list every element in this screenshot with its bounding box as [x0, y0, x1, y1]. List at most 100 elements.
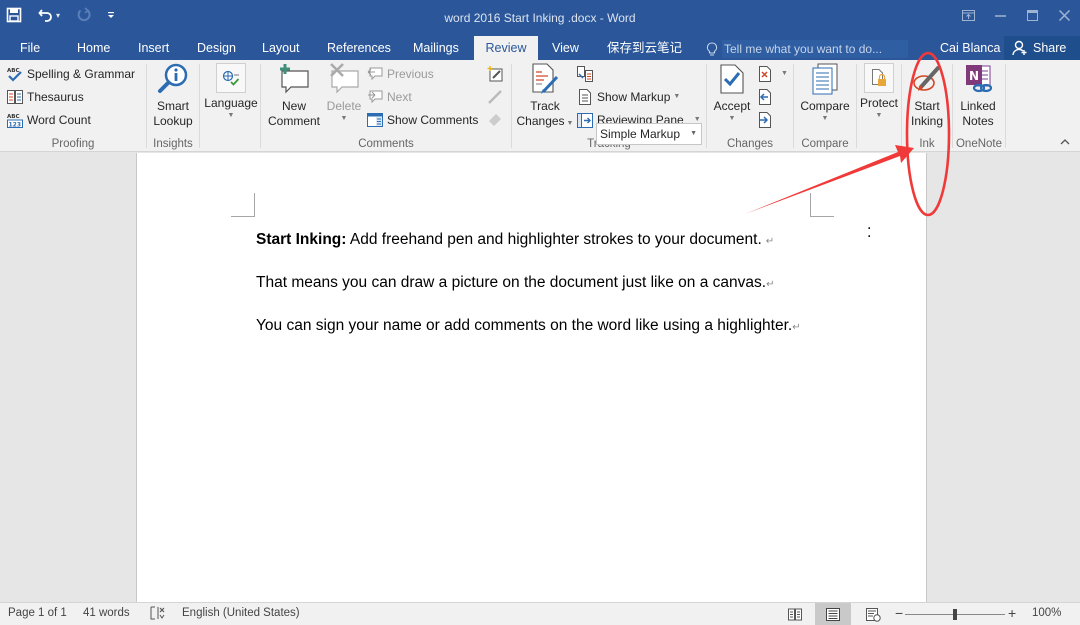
- maximize-icon[interactable]: [1016, 0, 1048, 30]
- margin-corner-top-left: [231, 193, 255, 217]
- page-count[interactable]: Page 1 of 1: [8, 607, 67, 619]
- tell-me-box[interactable]: Tell me what you want to do...: [706, 40, 908, 58]
- group-comments: New Comment Delete ▼ Previous Next Show …: [261, 60, 511, 152]
- previous-comment-icon: [367, 66, 383, 82]
- zoom-in-button[interactable]: +: [1008, 605, 1016, 621]
- tab-home[interactable]: Home: [67, 36, 120, 60]
- ribbon-display-options-icon[interactable]: [952, 0, 984, 30]
- chevron-down-icon: ▼: [673, 93, 681, 100]
- tab-file[interactable]: File: [10, 36, 50, 60]
- minimize-icon[interactable]: [984, 0, 1016, 30]
- thesaurus-button[interactable]: Thesaurus: [7, 87, 84, 107]
- thesaurus-icon: [7, 89, 23, 105]
- tab-insert[interactable]: Insert: [128, 36, 179, 60]
- ink-comment-button[interactable]: [487, 64, 507, 84]
- delete-comment-icon: [327, 62, 361, 96]
- tab-save-to-cloud-notes[interactable]: 保存到云笔记: [597, 36, 692, 60]
- track-changes-button[interactable]: Track Changes ▼: [516, 62, 574, 129]
- new-comment-button[interactable]: New Comment: [264, 62, 324, 129]
- show-markup-icon: [577, 89, 593, 105]
- delete-comment-button[interactable]: Delete ▼: [324, 62, 364, 124]
- group-separator: [1005, 64, 1006, 148]
- show-comments-button[interactable]: Show Comments: [367, 110, 478, 130]
- next-change-button[interactable]: [757, 110, 777, 130]
- start-inking-button[interactable]: Start Inking: [905, 62, 949, 129]
- pen-icon: [487, 89, 503, 105]
- tell-me-input[interactable]: Tell me what you want to do...: [722, 40, 908, 58]
- window-controls: [952, 0, 1080, 30]
- display-for-review-icon: [577, 66, 593, 82]
- document-page[interactable]: · · Start Inking: Add freehand pen and hi…: [136, 153, 927, 602]
- word-count-button[interactable]: ABC 123 Word Count: [7, 110, 91, 130]
- close-icon[interactable]: [1048, 0, 1080, 30]
- zoom-level[interactable]: 100%: [1032, 607, 1061, 619]
- group-ink: Start Inking Ink: [902, 60, 952, 152]
- group-changes: Accept ▼ ▼ Changes: [707, 60, 793, 152]
- pen-button[interactable]: [487, 87, 507, 107]
- collapse-ribbon-icon[interactable]: [1060, 137, 1070, 148]
- tab-layout[interactable]: Layout: [252, 36, 310, 60]
- document-area: · · Start Inking: Add freehand pen and hi…: [0, 153, 1080, 602]
- compare-icon: [808, 62, 842, 96]
- tab-references[interactable]: References: [317, 36, 401, 60]
- group-label-proofing: Proofing: [51, 138, 95, 150]
- display-for-review-icon-button[interactable]: [577, 64, 597, 84]
- chevron-down-icon: ▼: [566, 120, 574, 127]
- language-status[interactable]: English (United States): [182, 607, 300, 619]
- accept-icon: [715, 62, 749, 96]
- paragraph-3: You can sign your name or add comments o…: [256, 317, 801, 334]
- group-language: Language ▼: [200, 60, 260, 152]
- reject-button[interactable]: ▼: [757, 64, 788, 84]
- protect-icon: [864, 63, 894, 93]
- spelling-grammar-button[interactable]: ABC Spelling & Grammar: [7, 64, 135, 84]
- eraser-icon: [487, 112, 503, 128]
- share-person-icon: [1012, 40, 1027, 56]
- display-for-review-select[interactable]: Simple Markup ▼: [596, 123, 702, 145]
- tab-review[interactable]: Review: [474, 36, 538, 60]
- group-compare: Compare ▼ Compare: [794, 60, 856, 152]
- language-button[interactable]: Language ▼: [203, 62, 259, 121]
- onenote-linked-notes-icon: N: [961, 62, 995, 96]
- zoom-out-button[interactable]: −: [895, 605, 903, 621]
- accept-button[interactable]: Accept ▼: [711, 62, 753, 124]
- svg-text:N: N: [969, 69, 979, 83]
- show-markup-button[interactable]: Show Markup ▼: [577, 87, 680, 107]
- next-comment-button[interactable]: Next: [367, 87, 412, 107]
- paragraph-mark: ↵: [766, 279, 775, 290]
- linked-notes-button[interactable]: N Linked Notes: [955, 62, 1001, 129]
- language-icon: [216, 63, 246, 93]
- previous-change-icon: [757, 89, 773, 105]
- read-mode-icon[interactable]: [780, 603, 810, 625]
- tab-design[interactable]: Design: [187, 36, 246, 60]
- group-proofing: ABC Spelling & Grammar Thesaurus ABC 123 …: [0, 60, 146, 152]
- svg-text:ABC: ABC: [7, 114, 20, 120]
- print-layout-icon[interactable]: [815, 603, 851, 625]
- word-count[interactable]: 41 words: [83, 607, 130, 619]
- document-body[interactable]: Start Inking: Add freehand pen and highl…: [256, 229, 810, 367]
- group-label-changes: Changes: [726, 138, 774, 150]
- group-label-insights: Insights: [153, 138, 193, 150]
- spelling-check-icon: ABC: [7, 66, 23, 82]
- chevron-down-icon: ▼: [781, 70, 788, 77]
- paragraph-mark: ↵: [792, 322, 801, 333]
- previous-comment-button[interactable]: Previous: [367, 64, 434, 84]
- ink-comment-icon: [487, 66, 503, 82]
- share-button[interactable]: Share: [1004, 36, 1080, 60]
- eraser-button[interactable]: [487, 110, 507, 130]
- previous-change-button[interactable]: [757, 87, 777, 107]
- tab-view[interactable]: View: [542, 36, 589, 60]
- zoom-slider-thumb[interactable]: [953, 609, 957, 620]
- paragraph-1: Start Inking: Add freehand pen and highl…: [256, 231, 775, 248]
- group-protect: Protect ▼: [857, 60, 901, 152]
- protect-button[interactable]: Protect ▼: [857, 62, 901, 121]
- tab-mailings[interactable]: Mailings: [403, 36, 469, 60]
- user-name[interactable]: Cai Blanca: [940, 36, 1000, 60]
- word-count-icon: ABC 123: [7, 112, 23, 128]
- web-layout-icon[interactable]: [858, 603, 888, 625]
- smart-lookup-button[interactable]: Smart Lookup: [153, 62, 193, 129]
- chevron-down-icon: ▼: [690, 130, 697, 137]
- compare-button[interactable]: Compare ▼: [796, 62, 854, 124]
- svg-text:123: 123: [9, 122, 22, 129]
- proofing-errors-icon[interactable]: [150, 606, 166, 623]
- lightbulb-icon: [706, 41, 718, 55]
